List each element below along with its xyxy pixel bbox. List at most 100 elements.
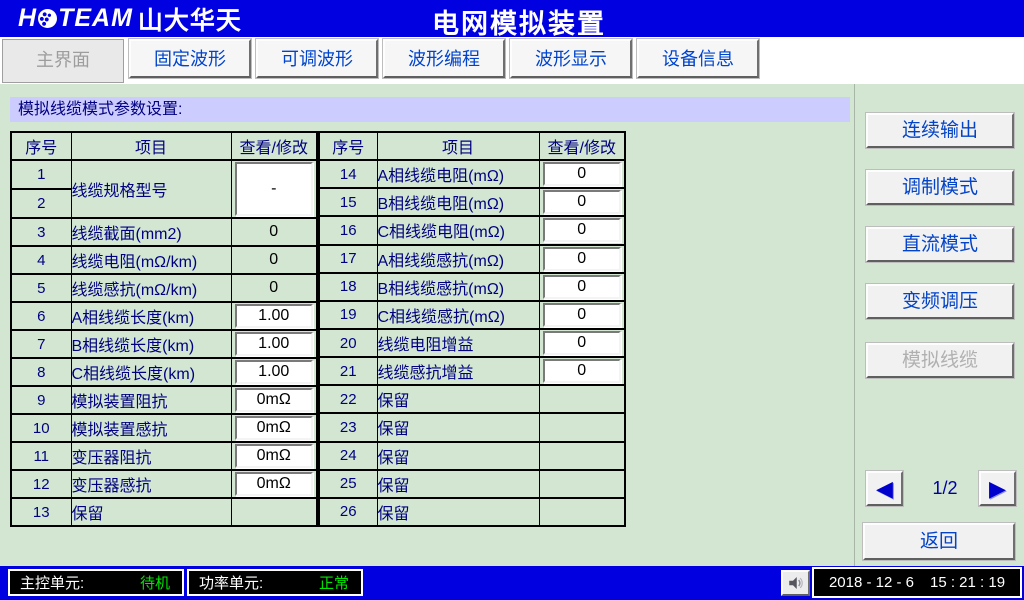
- table-row: 5 线缆感抗(mΩ/km) 0: [11, 274, 317, 302]
- row-no: 21: [319, 357, 377, 385]
- row-item: C相线缆长度(km): [71, 358, 231, 386]
- tab-adjustable-waveform[interactable]: 可调波形: [256, 39, 378, 78]
- value-field-resistance-gain[interactable]: 0: [543, 331, 622, 355]
- param-table-right: 序号 项目 查看/修改 14 A相线缆电阻(mΩ) 0 15 B相线缆电阻(mΩ…: [318, 131, 626, 527]
- value-field-transformer-impedance[interactable]: 0mΩ: [235, 444, 314, 468]
- row-no: 12: [11, 470, 71, 498]
- row-no: 2: [11, 189, 71, 218]
- row-item: 线缆感抗(mΩ/km): [71, 274, 231, 302]
- logo-text-h: H: [18, 4, 37, 32]
- table-row: 16 C相线缆电阻(mΩ) 0: [319, 216, 625, 244]
- table-row: 25 保留: [319, 470, 625, 498]
- simulate-cable-button[interactable]: 模拟线缆: [866, 343, 1014, 378]
- value-field-reactance-b[interactable]: 0: [543, 275, 622, 299]
- row-item: 变压器感抗: [71, 470, 231, 498]
- value-field-length-c[interactable]: 1.00: [235, 360, 314, 384]
- table-row: 23 保留: [319, 413, 625, 441]
- row-item: 线缆规格型号: [71, 160, 231, 218]
- row-no: 1: [11, 160, 71, 189]
- row-no: 7: [11, 330, 71, 358]
- row-no: 9: [11, 386, 71, 414]
- value-field-length-a[interactable]: 1.00: [235, 304, 314, 328]
- col-header-edit: 查看/修改: [539, 132, 625, 160]
- logo-text-team: TEAM: [58, 4, 133, 32]
- row-no: 15: [319, 188, 377, 216]
- tabbar: 主界面 固定波形 可调波形 波形编程 波形显示 设备信息: [0, 37, 1024, 84]
- value-field-reactance-c[interactable]: 0: [543, 303, 622, 327]
- value-field-resistance-b[interactable]: 0: [543, 190, 622, 214]
- parameter-tables: 序号 项目 查看/修改 1 线缆规格型号 - 2 3 线缆截面(mm2) 0 4…: [10, 131, 626, 527]
- value-field-resistance-c[interactable]: 0: [543, 218, 622, 242]
- datetime-box: 2018 - 12 - 6 15 : 21 : 19: [812, 567, 1022, 598]
- row-item: 线缆电阻(mΩ/km): [71, 246, 231, 274]
- row-no: 19: [319, 301, 377, 329]
- value-readonly-resistance: 0: [269, 251, 278, 268]
- time-value: 15 : 21 : 19: [930, 574, 1005, 591]
- tab-waveform-programming[interactable]: 波形编程: [383, 39, 505, 78]
- value-field-device-reactance[interactable]: 0mΩ: [235, 416, 314, 440]
- tab-device-info[interactable]: 设备信息: [637, 39, 759, 78]
- row-no: 8: [11, 358, 71, 386]
- speaker-button[interactable]: [781, 570, 810, 596]
- status-power-box: 功率单元: 正常: [187, 569, 363, 596]
- value-field-reactance-a[interactable]: 0: [543, 247, 622, 271]
- value-field-reactance-gain[interactable]: 0: [543, 359, 622, 383]
- table-row: 22 保留: [319, 385, 625, 413]
- table-row: 6 A相线缆长度(km) 1.00: [11, 302, 317, 330]
- table-row: 9 模拟装置阻抗 0mΩ: [11, 386, 317, 414]
- prev-page-button[interactable]: ◀: [866, 471, 903, 506]
- status-master-box: 主控单元: 待机: [8, 569, 184, 596]
- power-unit-value: 正常: [319, 572, 349, 593]
- continuous-output-button[interactable]: 连续输出: [866, 113, 1014, 148]
- tab-fixed-waveform[interactable]: 固定波形: [129, 39, 251, 78]
- left-arrow-icon: ◀: [876, 478, 893, 500]
- row-item: B相线缆长度(km): [71, 330, 231, 358]
- next-page-button[interactable]: ▶: [979, 471, 1016, 506]
- value-field-resistance-a[interactable]: 0: [543, 162, 622, 186]
- logo-globe-icon: [38, 9, 57, 28]
- row-item: A相线缆长度(km): [71, 302, 231, 330]
- table-row: 11 变压器阻抗 0mΩ: [11, 442, 317, 470]
- row-item: B相线缆感抗(mΩ): [377, 273, 539, 301]
- sidebar-divider: [854, 84, 855, 566]
- row-item: B相线缆电阻(mΩ): [377, 188, 539, 216]
- value-field-cable-model[interactable]: -: [235, 162, 314, 216]
- statusbar: 主控单元: 待机 功率单元: 正常 2018 - 12 - 6 15 : 21 …: [0, 566, 1024, 600]
- table-header-row: 序号 项目 查看/修改: [11, 132, 317, 160]
- tab-waveform-display[interactable]: 波形显示: [510, 39, 632, 78]
- value-field-length-b[interactable]: 1.00: [235, 332, 314, 356]
- vf-voltage-button[interactable]: 变频调压: [866, 284, 1014, 319]
- table-header-row: 序号 项目 查看/修改: [319, 132, 625, 160]
- row-item: A相线缆电阻(mΩ): [377, 160, 539, 188]
- row-item: 保留: [71, 498, 231, 526]
- back-button[interactable]: 返回: [863, 523, 1015, 560]
- col-header-item: 项目: [377, 132, 539, 160]
- row-no: 24: [319, 442, 377, 470]
- master-unit-value: 待机: [140, 572, 170, 593]
- value-field-device-impedance[interactable]: 0mΩ: [235, 388, 314, 412]
- row-no: 14: [319, 160, 377, 188]
- table-row: 1 线缆规格型号 -: [11, 160, 317, 189]
- modulation-mode-button[interactable]: 调制模式: [866, 170, 1014, 205]
- dc-mode-button[interactable]: 直流模式: [866, 227, 1014, 262]
- row-item: 线缆电阻增益: [377, 329, 539, 357]
- table-row: 15 B相线缆电阻(mΩ) 0: [319, 188, 625, 216]
- table-row: 4 线缆电阻(mΩ/km) 0: [11, 246, 317, 274]
- row-item: 模拟装置感抗: [71, 414, 231, 442]
- row-item: 保留: [377, 470, 539, 498]
- row-no: 4: [11, 246, 71, 274]
- row-item: 保留: [377, 385, 539, 413]
- tab-main-screen[interactable]: 主界面: [2, 39, 124, 83]
- row-no: 23: [319, 413, 377, 441]
- row-item: 线缆感抗增益: [377, 357, 539, 385]
- value-readonly-reactance: 0: [269, 279, 278, 296]
- table-row: 21 线缆感抗增益 0: [319, 357, 625, 385]
- table-row: 17 A相线缆感抗(mΩ) 0: [319, 245, 625, 273]
- col-header-edit: 查看/修改: [231, 132, 317, 160]
- row-no: 26: [319, 498, 377, 526]
- table-row: 8 C相线缆长度(km) 1.00: [11, 358, 317, 386]
- row-no: 3: [11, 218, 71, 246]
- speaker-icon: [787, 574, 805, 592]
- topbar: HTEAM 山大华天 电网模拟装置: [0, 0, 1024, 37]
- value-field-transformer-reactance[interactable]: 0mΩ: [235, 472, 314, 496]
